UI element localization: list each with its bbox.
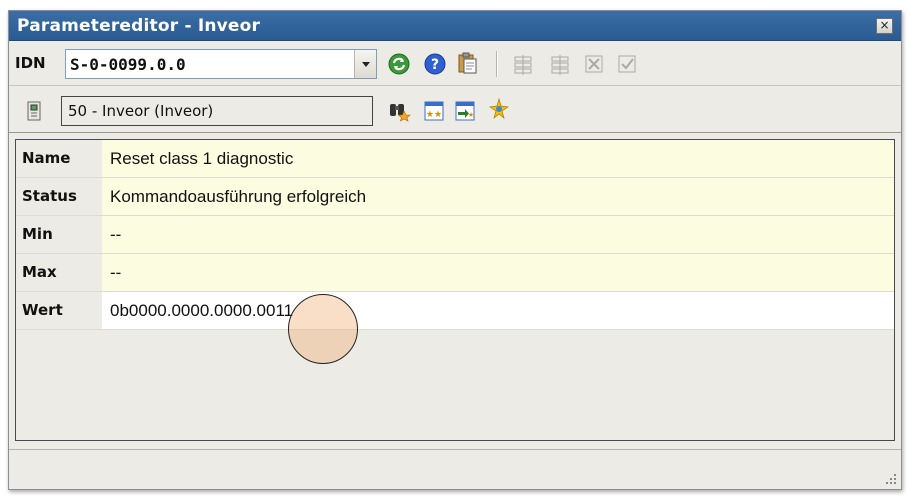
highlight-circle — [288, 294, 358, 364]
row-wert: Wert 0b0000.0000.0000.0011 — [16, 292, 894, 330]
tool-disabled-2-icon[interactable] — [547, 52, 571, 76]
window-title: Parametereditor - Inveor — [17, 16, 261, 36]
device-selector[interactable]: 50 - Inveor (Inveor) — [61, 96, 373, 126]
help-icon[interactable]: ? — [423, 52, 447, 76]
title-bar[interactable]: Parametereditor - Inveor × — [9, 11, 901, 41]
refresh-icon[interactable] — [387, 52, 411, 76]
param-label: Min — [16, 216, 102, 253]
idn-input[interactable]: S-0-0099.0.0 — [70, 55, 186, 74]
tool-disabled-4-icon[interactable] — [615, 52, 639, 76]
row-min: Min -- — [16, 216, 894, 254]
parameter-editor-window: Parametereditor - Inveor × IDN S-0-0099.… — [8, 10, 902, 490]
status-bar — [9, 449, 901, 489]
sparkle-icon[interactable] — [487, 97, 511, 121]
toolbar-separator — [496, 51, 498, 77]
param-label: Name — [16, 140, 102, 177]
device-name: 50 - Inveor (Inveor) — [68, 102, 214, 120]
param-value: -- — [102, 254, 894, 291]
wert-value-field[interactable]: 0b0000.0000.0000.0011 — [102, 292, 894, 329]
tool-disabled-1-icon[interactable] — [512, 52, 536, 76]
close-button[interactable]: × — [876, 18, 893, 34]
binoculars-star-icon[interactable] — [387, 98, 411, 122]
param-value: -- — [102, 216, 894, 253]
resize-grip-icon[interactable] — [883, 471, 897, 485]
parameter-grid: Name Reset class 1 diagnostic Status Kom… — [15, 139, 895, 441]
param-value: Kommandoausführung erfolgreich — [102, 178, 894, 215]
param-label: Max — [16, 254, 102, 291]
svg-text:★★: ★★ — [426, 110, 442, 120]
row-max: Max -- — [16, 254, 894, 292]
svg-text:?: ? — [431, 57, 439, 73]
row-status: Status Kommandoausführung erfolgreich — [16, 178, 894, 216]
idn-toolbar: IDN S-0-0099.0.0 ? — [9, 42, 901, 86]
device-toolbar: 50 - Inveor (Inveor) ★★ ★ — [9, 87, 901, 133]
row-name: Name Reset class 1 diagnostic — [16, 140, 894, 178]
param-label: Status — [16, 178, 102, 215]
param-value: Reset class 1 diagnostic — [102, 140, 894, 177]
svg-text:★: ★ — [468, 111, 474, 119]
clipboard-icon[interactable] — [455, 51, 479, 75]
idn-label: IDN — [15, 54, 46, 72]
idn-combobox[interactable]: S-0-0099.0.0 — [65, 49, 377, 79]
param-label: Wert — [16, 292, 102, 329]
chevron-down-icon[interactable] — [354, 50, 376, 78]
tool-disabled-3-icon[interactable] — [582, 52, 606, 76]
import-icon[interactable]: ★ — [453, 99, 477, 123]
device-icon[interactable] — [23, 99, 47, 123]
table-star-icon[interactable]: ★★ — [422, 99, 446, 123]
